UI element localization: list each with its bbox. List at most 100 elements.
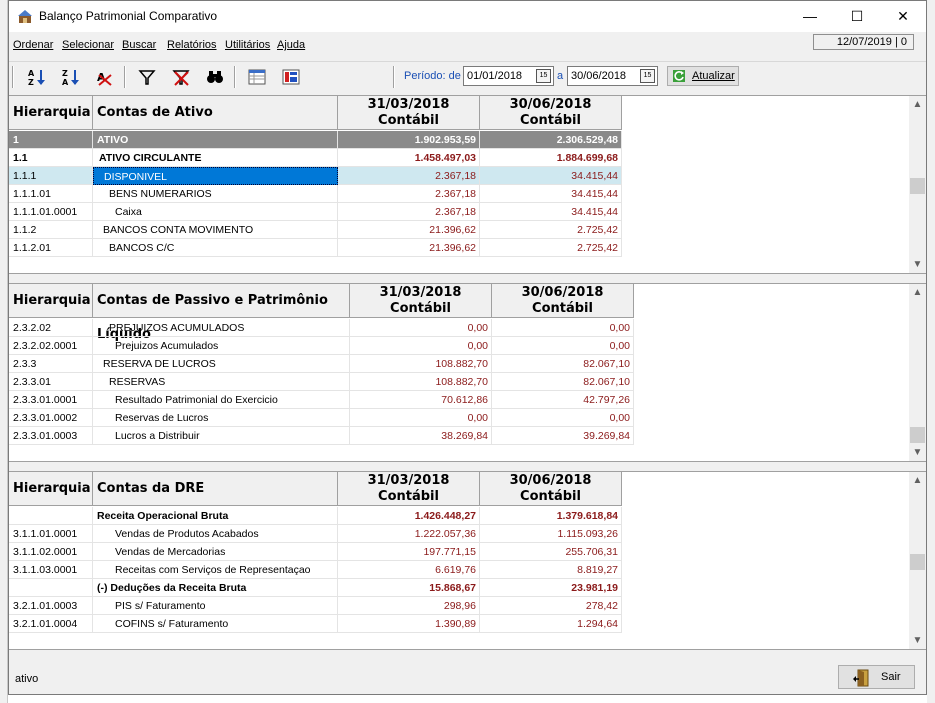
value-date2-cell[interactable]: 39.269,84 bbox=[492, 427, 634, 445]
hierarquia-cell[interactable]: 3.1.1.01.0001 bbox=[9, 525, 93, 543]
hierarquia-cell[interactable]: 2.3.3 bbox=[9, 355, 93, 373]
passivo-vertical-scrollbar[interactable]: ▲ ▼ bbox=[909, 284, 926, 461]
date-from-input[interactable]: 01/01/2018 15 bbox=[463, 66, 554, 86]
value-date1-cell[interactable]: 1.902.953,59 bbox=[338, 131, 480, 149]
hierarquia-cell[interactable]: 3.1.1.03.0001 bbox=[9, 561, 93, 579]
hierarquia-cell[interactable]: 2.3.2.02.0001 bbox=[9, 337, 93, 355]
conta-cell[interactable]: Prejuizos Acumulados bbox=[93, 337, 350, 355]
value-date1-cell[interactable]: 2.367,18 bbox=[338, 167, 480, 185]
value-date1-cell[interactable]: 1.222.057,36 bbox=[338, 525, 480, 543]
table-row[interactable]: 2.3.3.01.0001 Resultado Patrimonial do Ex… bbox=[9, 391, 634, 409]
value-date2-cell[interactable]: 42.797,26 bbox=[492, 391, 634, 409]
dre-vertical-scrollbar[interactable]: ▲ ▼ bbox=[909, 472, 926, 649]
clear-sort-icon[interactable]: A bbox=[95, 67, 115, 87]
conta-cell[interactable]: BENS NUMERARIOS bbox=[93, 185, 338, 203]
conta-cell[interactable]: PREJUIZOS ACUMULADOS bbox=[93, 319, 350, 337]
menu-buscar[interactable]: Buscar bbox=[122, 39, 156, 51]
column-header-date1[interactable]: 31/03/2018 Contábil bbox=[350, 284, 492, 318]
table-row[interactable]: 2.3.3 RESERVA DE LUCROS 108.882,70 82.067,1… bbox=[9, 355, 634, 373]
table-row[interactable]: 2.3.3.01 RESERVAS 108.882,70 82.067,10 bbox=[9, 373, 634, 391]
menu-utilitarios[interactable]: Utilitários bbox=[225, 39, 270, 51]
value-date1-cell[interactable]: 15.868,67 bbox=[338, 579, 480, 597]
value-date2-cell[interactable]: 8.819,27 bbox=[480, 561, 622, 579]
table-row[interactable]: 1.1 ATIVO CIRCULANTE 1.458.497,03 1.884.699… bbox=[9, 149, 622, 167]
table-row[interactable]: 1.1.2 BANCOS CONTA MOVIMENTO 21.396,62 2.72… bbox=[9, 221, 622, 239]
conta-cell[interactable]: COFINS s/ Faturamento bbox=[93, 615, 338, 633]
value-date1-cell[interactable]: 108.882,70 bbox=[350, 355, 492, 373]
scroll-down-arrow-icon[interactable]: ▼ bbox=[909, 632, 926, 649]
calendar-from-button[interactable]: 15 bbox=[536, 69, 551, 83]
conta-cell[interactable]: Lucros a Distribuir bbox=[93, 427, 350, 445]
conta-cell[interactable]: Receita Operacional Bruta bbox=[93, 507, 338, 525]
column-header-hierarquia[interactable]: Hierarquia bbox=[9, 472, 93, 506]
value-date1-cell[interactable]: 21.396,62 bbox=[338, 221, 480, 239]
value-date1-cell[interactable]: 298,96 bbox=[338, 597, 480, 615]
value-date2-cell[interactable]: 255.706,31 bbox=[480, 543, 622, 561]
value-date1-cell[interactable]: 0,00 bbox=[350, 337, 492, 355]
conta-cell[interactable]: Vendas de Mercadorias bbox=[93, 543, 338, 561]
column-header-hierarquia[interactable]: Hierarquia bbox=[9, 284, 93, 318]
binoculars-icon[interactable] bbox=[205, 67, 225, 87]
value-date2-cell[interactable]: 2.725,42 bbox=[480, 239, 622, 257]
atualizar-button[interactable]: Atualizar bbox=[667, 66, 739, 86]
menu-ordenar[interactable]: Ordenar bbox=[13, 39, 53, 51]
hierarquia-cell[interactable]: 3.2.1.01.0004 bbox=[9, 615, 93, 633]
scroll-up-arrow-icon[interactable]: ▲ bbox=[909, 284, 926, 301]
value-date2-cell[interactable]: 34.415,44 bbox=[480, 185, 622, 203]
value-date1-cell[interactable]: 0,00 bbox=[350, 319, 492, 337]
layout-icon[interactable] bbox=[247, 67, 267, 87]
value-date2-cell[interactable]: 2.306.529,48 bbox=[480, 131, 622, 149]
sort-za-icon[interactable]: Z A bbox=[61, 67, 81, 87]
hierarquia-cell[interactable] bbox=[9, 507, 93, 525]
value-date1-cell[interactable]: 21.396,62 bbox=[338, 239, 480, 257]
report-icon[interactable] bbox=[281, 67, 301, 87]
column-header-date2[interactable]: 30/06/2018 Contábil bbox=[492, 284, 634, 318]
conta-cell[interactable]: Resultado Patrimonial do Exercicio bbox=[93, 391, 350, 409]
table-row[interactable]: 1.1.1.01 BENS NUMERARIOS 2.367,18 34.415,44 bbox=[9, 185, 622, 203]
conta-cell[interactable]: Receitas com Serviços de Representaçao bbox=[93, 561, 338, 579]
menu-relatorios[interactable]: Relatórios bbox=[167, 39, 217, 51]
value-date1-cell[interactable]: 1.426.448,27 bbox=[338, 507, 480, 525]
sort-az-icon[interactable]: A Z bbox=[27, 67, 47, 87]
calendar-to-button[interactable]: 15 bbox=[640, 69, 655, 83]
hierarquia-cell[interactable]: 3.1.1.02.0001 bbox=[9, 543, 93, 561]
value-date2-cell[interactable]: 1.379.618,84 bbox=[480, 507, 622, 525]
table-row[interactable]: 3.2.1.01.0004 COFINS s/ Faturamento 1.390,… bbox=[9, 615, 622, 633]
hierarquia-cell[interactable]: 1.1.2.01 bbox=[9, 239, 93, 257]
table-row[interactable]: 2.3.2.02 PREJUIZOS ACUMULADOS 0,00 0,00 bbox=[9, 319, 634, 337]
hierarquia-cell[interactable] bbox=[9, 579, 93, 597]
hierarquia-cell[interactable]: 2.3.3.01.0003 bbox=[9, 427, 93, 445]
value-date1-cell[interactable]: 1.390,89 bbox=[338, 615, 480, 633]
hierarquia-cell[interactable]: 1.1.1 bbox=[9, 167, 93, 185]
hierarquia-cell[interactable]: 1.1.2 bbox=[9, 221, 93, 239]
menu-ajuda[interactable]: Ajuda bbox=[277, 39, 305, 51]
hierarquia-cell[interactable]: 2.3.3.01.0001 bbox=[9, 391, 93, 409]
table-row[interactable]: 3.1.1.02.0001 Vendas de Mercadorias 197.77… bbox=[9, 543, 622, 561]
conta-cell[interactable]: ATIVO bbox=[93, 131, 338, 149]
conta-cell[interactable]: PIS s/ Faturamento bbox=[93, 597, 338, 615]
clear-filter-icon[interactable] bbox=[171, 67, 191, 87]
date-to-input[interactable]: 30/06/2018 15 bbox=[567, 66, 658, 86]
value-date2-cell[interactable]: 34.415,44 bbox=[480, 167, 622, 185]
ativo-vertical-scrollbar[interactable]: ▲ ▼ bbox=[909, 96, 926, 273]
conta-cell[interactable]: Vendas de Produtos Acabados bbox=[93, 525, 338, 543]
value-date1-cell[interactable]: 2.367,18 bbox=[338, 185, 480, 203]
conta-cell[interactable]: (-) Deduções da Receita Bruta bbox=[93, 579, 338, 597]
value-date2-cell[interactable]: 0,00 bbox=[492, 409, 634, 427]
conta-cell[interactable]: RESERVA DE LUCROS bbox=[93, 355, 350, 373]
table-row[interactable]: 1.1.1.01.0001 Caixa 2.367,18 34.415,44 bbox=[9, 203, 622, 221]
hierarquia-cell[interactable]: 1 bbox=[9, 131, 93, 149]
column-header-date1[interactable]: 31/03/2018 Contábil bbox=[338, 472, 480, 506]
scroll-down-arrow-icon[interactable]: ▼ bbox=[909, 256, 926, 273]
table-row[interactable]: 3.2.1.01.0003 PIS s/ Faturamento 298,96 278… bbox=[9, 597, 622, 615]
scroll-thumb[interactable] bbox=[910, 178, 925, 194]
hierarquia-cell[interactable]: 1.1.1.01 bbox=[9, 185, 93, 203]
conta-cell[interactable]: ATIVO CIRCULANTE bbox=[93, 149, 338, 167]
value-date1-cell[interactable]: 70.612,86 bbox=[350, 391, 492, 409]
value-date2-cell[interactable]: 2.725,42 bbox=[480, 221, 622, 239]
close-button[interactable]: ✕ bbox=[880, 1, 926, 31]
conta-cell[interactable]: RESERVAS bbox=[93, 373, 350, 391]
value-date1-cell[interactable]: 2.367,18 bbox=[338, 203, 480, 221]
table-row[interactable]: 2.3.3.01.0003 Lucros a Distribuir 38.269,8… bbox=[9, 427, 634, 445]
value-date1-cell[interactable]: 108.882,70 bbox=[350, 373, 492, 391]
